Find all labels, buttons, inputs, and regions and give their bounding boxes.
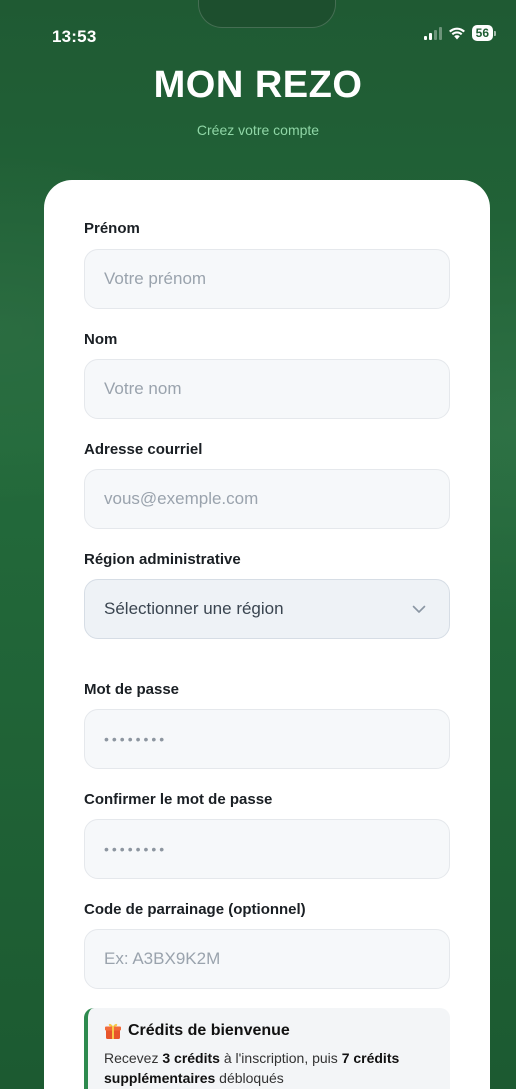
page-subtitle: Créez votre compte [196,122,320,138]
email-label: Adresse courriel [84,441,203,458]
confirm-password-input[interactable]: •••••••• [84,819,450,879]
region-selected-value: Sélectionner une région [104,599,284,618]
wifi-icon [448,27,465,39]
last-name-input[interactable]: Votre nom [84,359,450,419]
password-input[interactable]: •••••••• [84,709,450,769]
referral-code-placeholder: Ex: A3BX9K2M [104,949,221,968]
welcome-credits-description: Recevez 3 crédits à l'inscription, puis … [104,1050,400,1086]
last-name-placeholder: Votre nom [104,379,182,398]
first-name-placeholder: Votre prénom [104,269,207,288]
welcome-credits-banner: Crédits de bienvenue Recevez 3 crédits à… [84,1008,450,1089]
region-label: Région administrative [84,551,241,568]
referral-code-input[interactable]: Ex: A3BX9K2M [84,929,450,989]
chevron-down-icon [412,602,426,616]
password-label: Mot de passe [84,681,180,698]
signal-icon [423,26,442,40]
email-placeholder: vous@exemple.com [104,489,259,508]
referral-code-label: Code de parrainage (optionnel) [84,901,306,918]
first-name-label: Prénom [84,220,140,237]
battery-icon: 56 [471,25,496,41]
battery-level: 56 [471,25,493,41]
welcome-credits-title: Crédits de bienvenue [128,1022,290,1039]
gift-icon [105,1023,121,1039]
status-time: 13:53 [52,27,97,46]
app-title: MON REZO [153,64,363,106]
last-name-label: Nom [84,331,118,348]
region-select[interactable]: Sélectionner une région [84,579,450,639]
email-input[interactable]: vous@exemple.com [84,469,450,529]
status-icons: 56 [423,25,496,41]
signup-card: Prénom Votre prénom Nom Votre nom Adress… [44,180,490,1089]
first-name-input[interactable]: Votre prénom [84,249,450,309]
password-value: •••••••• [104,731,168,747]
confirm-password-value: •••••••• [104,841,168,857]
welcome-credits-heading: Crédits de bienvenue [104,1022,434,1040]
dynamic-island [198,0,336,28]
confirm-password-label: Confirmer le mot de passe [84,791,273,808]
